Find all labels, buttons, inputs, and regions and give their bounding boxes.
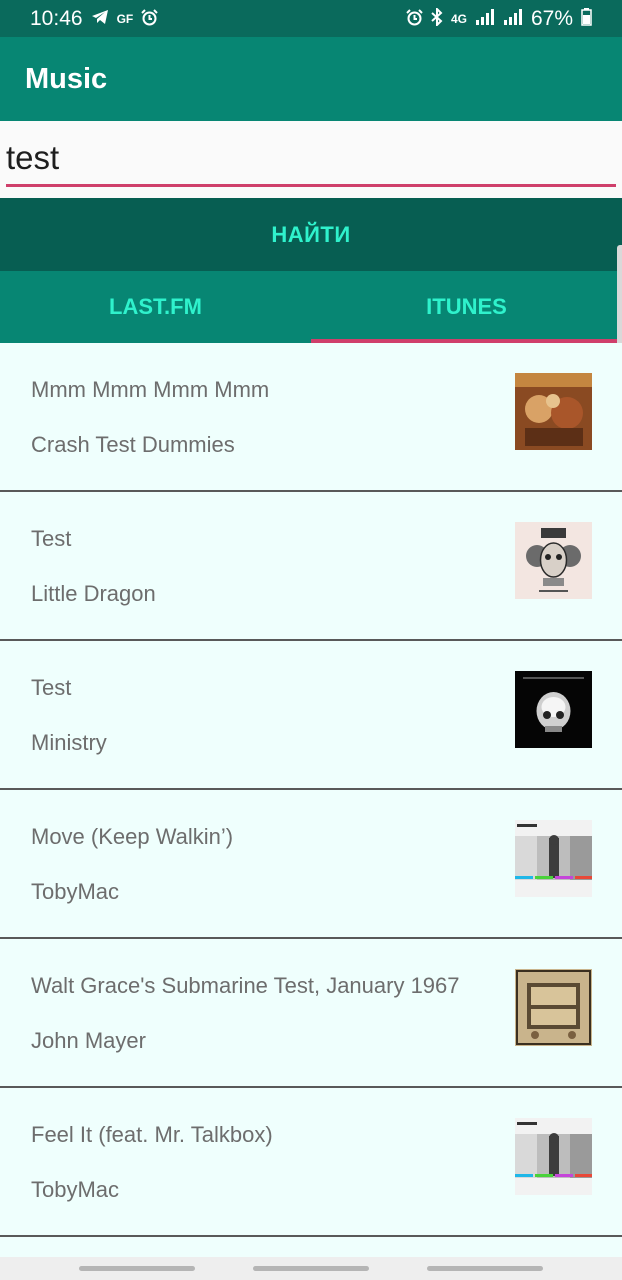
track-title: Walt Grace's Submarine Test, January 196…	[31, 973, 460, 998]
track-artist: Crash Test Dummies	[31, 432, 235, 457]
list-item[interactable]: Move (Keep Walkin’) TobyMac	[0, 790, 622, 939]
track-title: Mmm Mmm Mmm Mmm	[31, 377, 270, 402]
system-nav-bar	[0, 1257, 622, 1280]
track-artist: TobyMac	[31, 879, 120, 904]
battery-percent: 67%	[530, 6, 573, 30]
nav-home-button[interactable]	[253, 1266, 369, 1271]
battery-icon	[581, 8, 592, 29]
track-title: Test	[31, 526, 72, 551]
status-bar-left: 10:46 GF	[30, 7, 158, 31]
gf-icon: GF	[116, 11, 134, 26]
status-bar-right: 4G 67%	[406, 7, 592, 31]
app-title: Music	[25, 62, 108, 95]
album-cover-icon	[515, 820, 592, 897]
telegram-icon	[91, 9, 109, 28]
signal-icon	[475, 9, 495, 28]
status-time: 10:46	[30, 6, 83, 30]
album-cover-icon	[515, 373, 592, 450]
app-bar: Music	[0, 37, 622, 121]
alarm-icon	[141, 8, 158, 29]
album-cover-icon	[515, 969, 592, 1046]
search-area	[0, 121, 622, 198]
network-type-icon: 4G	[450, 11, 467, 26]
source-tabs: LAST.FM ITUNES	[0, 271, 622, 343]
list-item[interactable]: Test Little Dragon	[0, 492, 622, 641]
album-cover-icon	[515, 522, 592, 599]
nav-recents-button[interactable]	[79, 1266, 195, 1271]
list-item[interactable]: Walt Grace's Submarine Test, January 196…	[0, 939, 622, 1088]
search-input[interactable]	[6, 131, 616, 187]
track-artist: John Mayer	[31, 1028, 146, 1053]
signal-icon	[503, 9, 523, 28]
results-list[interactable]: Mmm Mmm Mmm Mmm Crash Test Dummies Test …	[0, 343, 622, 1237]
find-button[interactable]: НАЙТИ	[0, 198, 622, 271]
list-item[interactable]: Feel It (feat. Mr. Talkbox) TobyMac	[0, 1088, 622, 1237]
list-item[interactable]: Test Ministry	[0, 641, 622, 790]
album-cover-icon	[515, 671, 592, 748]
track-artist: Little Dragon	[31, 581, 156, 606]
bluetooth-icon	[431, 6, 443, 29]
tab-lastfm[interactable]: LAST.FM	[0, 271, 311, 343]
track-title: Move (Keep Walkin’)	[31, 824, 234, 849]
album-cover-icon	[515, 1118, 592, 1195]
track-title: Test	[31, 675, 72, 700]
track-artist: Ministry	[31, 730, 107, 755]
track-artist: TobyMac	[31, 1177, 120, 1202]
tab-itunes[interactable]: ITUNES	[311, 271, 622, 343]
status-bar: 10:46 GF 4G 67%	[0, 0, 622, 37]
nav-back-button[interactable]	[427, 1266, 543, 1271]
list-item[interactable]: Mmm Mmm Mmm Mmm Crash Test Dummies	[0, 343, 622, 492]
track-title: Feel It (feat. Mr. Talkbox)	[31, 1122, 273, 1147]
alarm-icon	[406, 8, 423, 29]
